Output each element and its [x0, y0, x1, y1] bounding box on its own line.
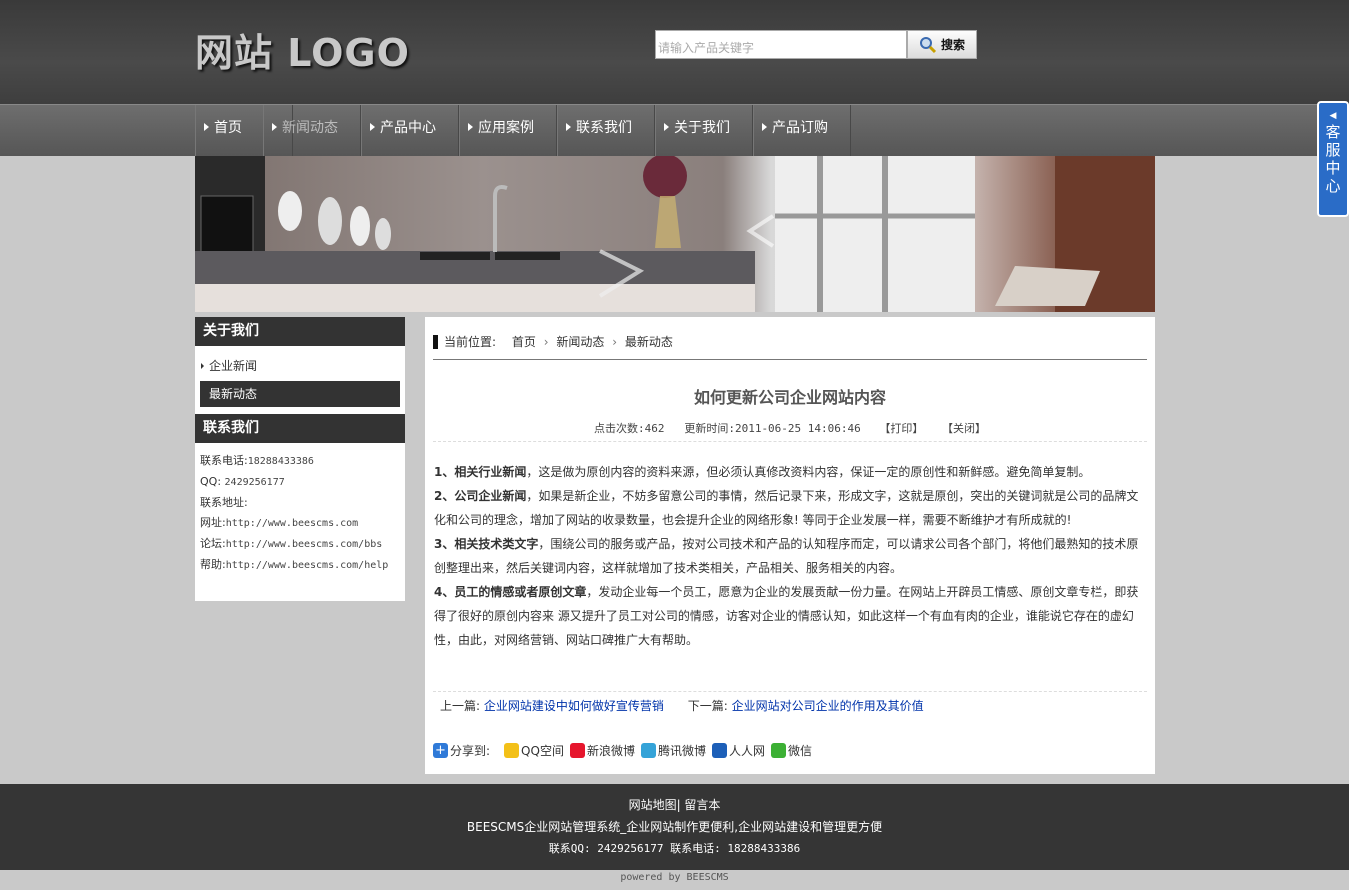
breadcrumb-news[interactable]: 新闻动态 — [556, 335, 604, 349]
prev-article-link[interactable]: 企业网站建设中如何做好宣传营销 — [484, 699, 664, 713]
print-link[interactable]: 【打印】 — [879, 422, 923, 435]
triangle-right-icon — [566, 123, 571, 131]
article-title: 如何更新公司企业网站内容 — [693, 388, 886, 407]
article-paragraph: 2、公司企业新闻，如果是新企业，不妨多留意公司的事情，然后记录下来，形成文字，这… — [434, 489, 1139, 527]
contact-info: 联系电话:18288433386 QQ: 2429256177 联系地址: 网址… — [200, 454, 389, 571]
nav-about[interactable]: 关于我们 — [655, 105, 753, 156]
site-logo[interactable]: 网站 LOGO — [195, 22, 410, 77]
main-content: 当前位置: 首页 › 新闻动态 › 最新动态 如何更新公司企业网站内容 点击次数… — [425, 317, 1155, 774]
main-nav: 首页 新闻动态 产品中心 应用案例 联系我们 关于我们 产品订购 — [0, 104, 1349, 156]
triangle-left-icon: ◀ — [1329, 111, 1337, 121]
service-tab-label: 客服中心 — [1325, 123, 1341, 195]
breadcrumb: 当前位置: 首页 › 新闻动态 › 最新动态 — [433, 331, 1147, 360]
share-wechat[interactable]: 微信 — [771, 742, 812, 759]
next-article-link[interactable]: 企业网站对公司企业的作用及其价值 — [732, 699, 924, 713]
triangle-right-icon — [370, 123, 375, 131]
weibo-icon — [569, 743, 585, 758]
share-renren[interactable]: 人人网 — [711, 742, 765, 759]
nav-products[interactable]: 产品中心 — [361, 105, 459, 156]
search-icon — [919, 36, 937, 53]
search-button-label: 搜索 — [940, 38, 965, 52]
divider — [433, 691, 1147, 692]
sidebar-item-company-news[interactable]: 企业新闻 — [195, 353, 405, 379]
triangle-right-icon — [664, 123, 669, 131]
triangle-right-icon — [762, 123, 767, 131]
contact-forum-link[interactable]: http://www.beescms.com/bbs — [226, 539, 383, 550]
breadcrumb-home[interactable]: 首页 — [512, 335, 536, 349]
article-body: 1、相关行业新闻，这是做为原创内容的资料来源，但必须认真修改资料内容，保证一定的… — [434, 460, 1147, 652]
tencent-weibo-icon — [640, 743, 656, 758]
banner-illustration — [195, 156, 1155, 312]
site-header: 网站 LOGO 请输入产品关键字 搜索 — [0, 0, 1349, 104]
sidebar-about-title: 关于我们 — [195, 317, 405, 346]
article-meta: 点击次数:462 更新时间:2011-06-25 14:06:46 【打印】 【… — [593, 422, 987, 435]
article-paragraph: 4、员工的情感或者原创文章，发动企业每一个员工，愿意为企业的发展贡献一份力量。在… — [434, 585, 1139, 647]
nav-news[interactable]: 新闻动态 — [263, 105, 361, 156]
triangle-right-icon — [272, 123, 277, 131]
share-bar: + 分享到: QQ空间 新浪微博 腾讯微博 人人网 微信 — [433, 742, 818, 759]
sidebar: 关于我们 企业新闻 最新动态 联系我们 联系电话:18288433386 QQ:… — [195, 317, 405, 601]
footer-links[interactable]: 网站地图| 留言本 — [0, 794, 1349, 816]
prev-arrow-icon[interactable] — [746, 214, 775, 248]
triangle-right-icon — [201, 363, 204, 369]
sidebar-item-latest-news[interactable]: 最新动态 — [200, 381, 400, 407]
contact-help-link[interactable]: http://www.beescms.com/help — [226, 560, 389, 571]
contact-web-link[interactable]: http://www.beescms.com — [226, 518, 358, 529]
customer-service-tab[interactable]: ◀ 客服中心 — [1317, 101, 1349, 217]
nav-cases[interactable]: 应用案例 — [459, 105, 557, 156]
divider — [433, 441, 1147, 442]
site-footer: 网站地图| 留言本 BEESCMS企业网站管理系统_企业网站制作更便利,企业网站… — [0, 784, 1349, 870]
prev-next-links: 上一篇: 企业网站建设中如何做好宣传营销 下一篇: 企业网站对公司企业的作用及其… — [440, 699, 924, 713]
search-button[interactable]: 搜索 — [907, 30, 977, 59]
triangle-right-icon — [204, 123, 209, 131]
share-qzone[interactable]: QQ空间 — [504, 742, 564, 759]
share-tencent-weibo[interactable]: 腾讯微博 — [640, 742, 706, 759]
sidebar-contact-title: 联系我们 — [195, 414, 405, 443]
article-paragraph: 3、相关技术类文字，围绕公司的服务或产品，按对公司技术和产品的认知程序而定，可以… — [434, 537, 1139, 575]
phone-icon — [433, 335, 438, 349]
nav-order[interactable]: 产品订购 — [753, 105, 851, 156]
nav-contact[interactable]: 联系我们 — [557, 105, 655, 156]
chevron-right-icon: › — [612, 335, 618, 349]
footer-contact: 联系QQ: 2429256177 联系电话: 18288433386 — [548, 842, 801, 855]
search-input[interactable]: 请输入产品关键字 — [655, 30, 907, 59]
wechat-icon — [771, 743, 786, 758]
powered-by: powered by BEESCMS — [620, 872, 729, 883]
plus-icon[interactable]: + — [433, 743, 448, 758]
renren-icon — [711, 743, 727, 758]
kitchen-banner-image — [195, 156, 1155, 312]
qzone-icon — [504, 743, 520, 758]
close-link[interactable]: 【关闭】 — [942, 422, 986, 435]
breadcrumb-latest[interactable]: 最新动态 — [625, 335, 673, 349]
article-paragraph: 1、相关行业新闻，这是做为原创内容的资料来源，但必须认真修改资料内容，保证一定的… — [434, 465, 1091, 479]
chevron-right-icon: › — [543, 335, 549, 349]
footer-description: BEESCMS企业网站管理系统_企业网站制作更便利,企业网站建设和管理更方便 — [466, 820, 883, 834]
triangle-right-icon — [468, 123, 473, 131]
share-weibo[interactable]: 新浪微博 — [569, 742, 635, 759]
